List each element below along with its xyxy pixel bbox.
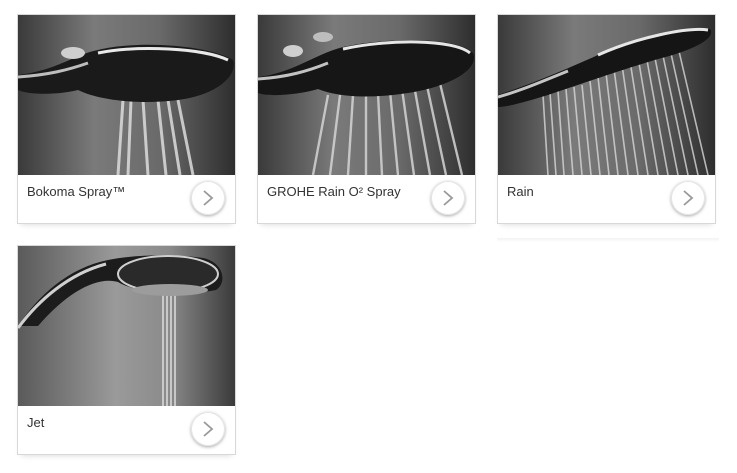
product-label: Rain — [507, 184, 534, 199]
shower-head-spray-icon[interactable] — [18, 15, 235, 175]
product-card-jet[interactable]: Jet — [17, 245, 236, 455]
product-label: GROHE Rain O² Spray — [267, 184, 401, 199]
chevron-right-icon[interactable] — [671, 181, 705, 215]
chevron-right-icon[interactable] — [191, 412, 225, 446]
chevron-right-icon[interactable] — [431, 181, 465, 215]
product-card-bokoma-spray[interactable]: Bokoma Spray™ — [17, 14, 236, 224]
shower-head-rain-o2-icon[interactable] — [258, 15, 475, 175]
divider — [497, 238, 719, 242]
product-card-grohe-rain-o2-spray[interactable]: GROHE Rain O² Spray — [257, 14, 476, 224]
product-label: Bokoma Spray™ — [27, 184, 126, 199]
shower-head-rain-icon[interactable] — [498, 15, 715, 175]
product-card-rain[interactable]: Rain — [497, 14, 716, 224]
shower-head-jet-icon[interactable] — [18, 246, 235, 406]
chevron-right-icon[interactable] — [191, 181, 225, 215]
product-label: Jet — [27, 415, 45, 430]
